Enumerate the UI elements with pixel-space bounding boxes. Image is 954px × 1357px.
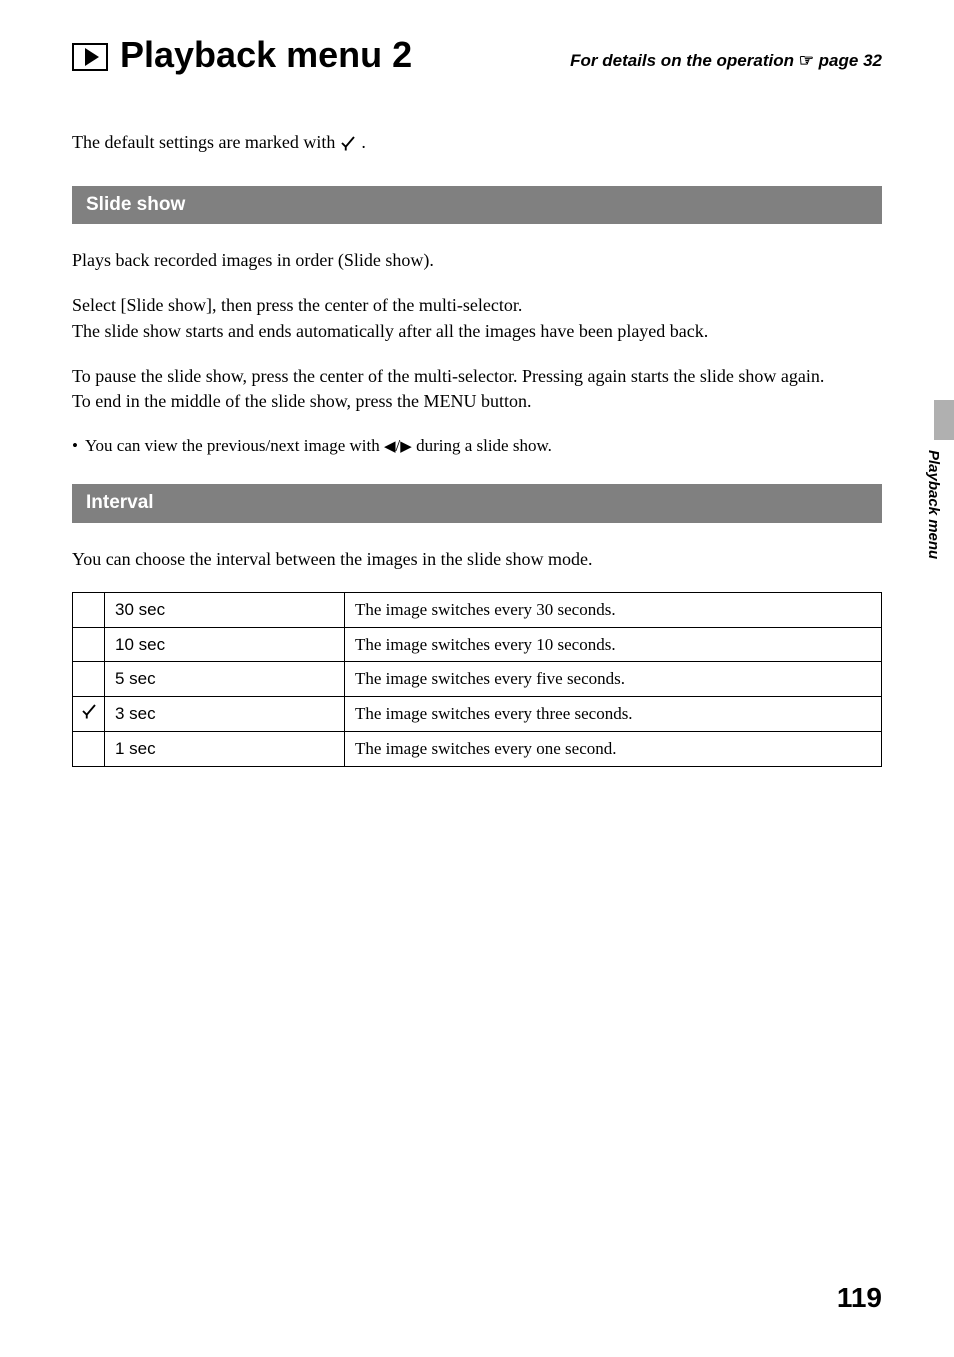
- default-marker-cell: [73, 662, 105, 697]
- slideshow-para-3: To pause the slide show, press the cente…: [72, 364, 882, 414]
- body-text: To pause the slide show, press the cente…: [72, 364, 882, 389]
- checkmark-icon: [339, 134, 357, 152]
- title-group: Playback menu 2: [72, 30, 412, 80]
- checkmark-icon: [80, 702, 98, 720]
- header-cross-reference: For details on the operation ☞ page 32: [570, 49, 882, 73]
- bullet-text-after: during a slide show.: [412, 436, 552, 455]
- table-row: 10 sec The image switches every 10 secon…: [73, 627, 882, 662]
- option-cell: 30 sec: [105, 592, 345, 627]
- bullet-icon: •: [72, 434, 78, 458]
- right-arrow-icon: ▶: [400, 437, 412, 458]
- interval-para: You can choose the interval between the …: [72, 547, 882, 572]
- description-cell: The image switches every three seconds.: [345, 697, 882, 732]
- play-triangle-icon: [85, 48, 99, 66]
- table-row: 30 sec The image switches every 30 secon…: [73, 592, 882, 627]
- interval-table: 30 sec The image switches every 30 secon…: [72, 592, 882, 767]
- slideshow-para-2: Select [Slide show], then press the cent…: [72, 293, 882, 343]
- section-heading-slideshow: Slide show: [72, 186, 882, 225]
- intro-before: The default settings are marked with: [72, 130, 335, 155]
- option-cell: 10 sec: [105, 627, 345, 662]
- playback-icon: [72, 43, 108, 71]
- slideshow-note: • You can view the previous/next image w…: [72, 434, 882, 458]
- description-cell: The image switches every five seconds.: [345, 662, 882, 697]
- default-marker-cell: [73, 592, 105, 627]
- header-link-prefix: For details on the operation: [570, 51, 799, 70]
- header-link-suffix: page 32: [814, 51, 882, 70]
- body-text: Plays back recorded images in order (Sli…: [72, 248, 882, 273]
- body-text: To end in the middle of the slide show, …: [72, 389, 882, 414]
- bullet-text-before: You can view the previous/next image wit…: [85, 436, 384, 455]
- default-marker-cell: [73, 732, 105, 767]
- page-number: 119: [837, 1278, 882, 1317]
- left-arrow-icon: ◀: [384, 437, 396, 458]
- side-tab-marker: [934, 400, 954, 440]
- description-cell: The image switches every one second.: [345, 732, 882, 767]
- page-title: Playback menu 2: [120, 30, 412, 80]
- body-text: The slide show starts and ends automatic…: [72, 319, 882, 344]
- side-section-label: Playback menu: [923, 450, 944, 559]
- table-row: 3 sec The image switches every three sec…: [73, 697, 882, 732]
- body-text: You can choose the interval between the …: [72, 547, 882, 572]
- intro-text: The default settings are marked with .: [72, 130, 882, 155]
- description-cell: The image switches every 10 seconds.: [345, 627, 882, 662]
- table-row: 5 sec The image switches every five seco…: [73, 662, 882, 697]
- table-row: 1 sec The image switches every one secon…: [73, 732, 882, 767]
- section-heading-interval: Interval: [72, 484, 882, 523]
- default-marker-cell: [73, 697, 105, 732]
- option-cell: 1 sec: [105, 732, 345, 767]
- option-cell: 3 sec: [105, 697, 345, 732]
- page-header: Playback menu 2 For details on the opera…: [72, 30, 882, 80]
- default-marker-cell: [73, 627, 105, 662]
- slideshow-para-1: Plays back recorded images in order (Sli…: [72, 248, 882, 273]
- pointing-hand-icon: ☞: [799, 49, 814, 73]
- description-cell: The image switches every 30 seconds.: [345, 592, 882, 627]
- option-cell: 5 sec: [105, 662, 345, 697]
- body-text: Select [Slide show], then press the cent…: [72, 293, 882, 318]
- intro-after: .: [361, 130, 366, 155]
